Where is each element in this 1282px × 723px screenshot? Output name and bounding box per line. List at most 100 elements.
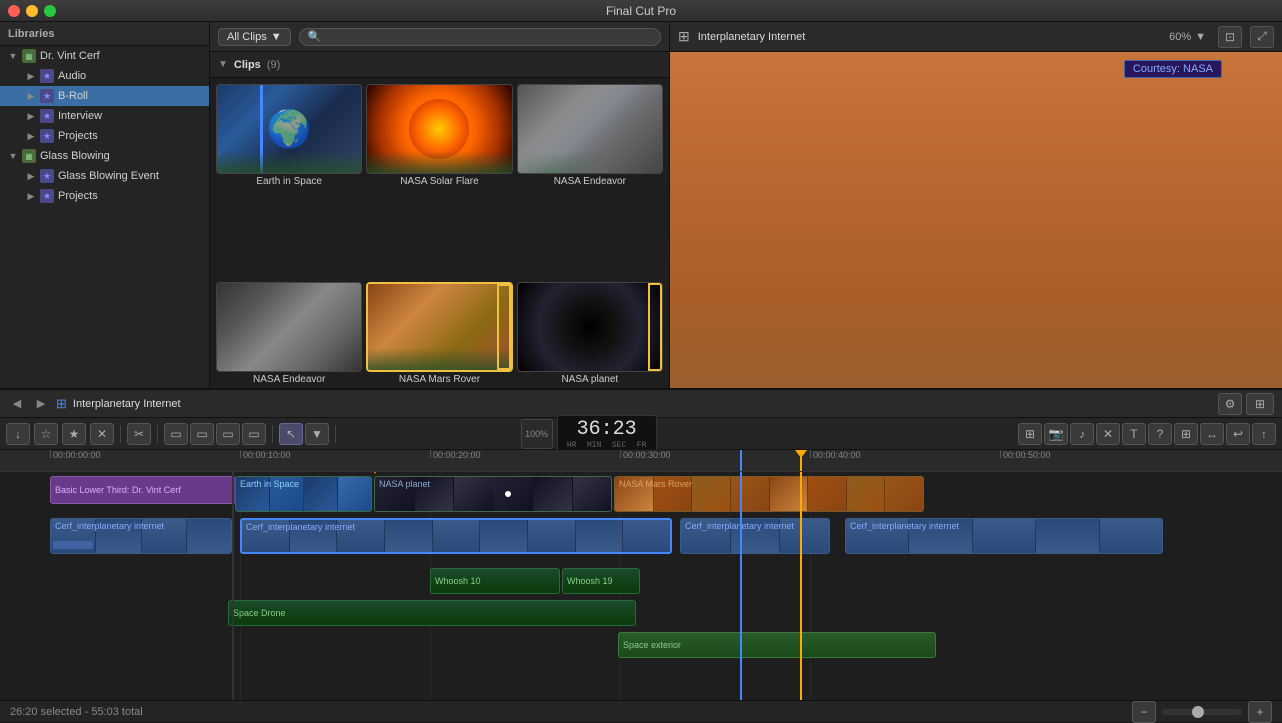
zoom-handle (1192, 706, 1204, 718)
lib-icon-broll: ★ (40, 89, 54, 103)
sidebar-item-interview[interactable]: ▶ ★ Interview (0, 106, 209, 126)
clip-lower-third[interactable]: Basic Lower Third: Dr. Vint Cerf (50, 476, 236, 504)
clip-cerf2[interactable]: Cerf_interplanetary internet (240, 518, 672, 554)
sidebar-item-projects2[interactable]: ▶ ★ Projects (0, 186, 209, 206)
sidebar-item-dr-vint-cerf[interactable]: ▼ ▦ Dr. Vint Cerf (0, 46, 209, 66)
rtool4[interactable]: ✕ (1096, 423, 1120, 445)
clip-thumb-solar (366, 84, 512, 174)
endeavor-visual (518, 85, 662, 173)
pointer-tool-group: ↖ ▼ (279, 423, 329, 445)
whoosh10-label: Whoosh 10 (435, 576, 481, 586)
transform-tools: ▭ ▭ ▭ ▭ (164, 423, 266, 445)
sidebar-item-glass-blowing[interactable]: ▼ ▦ Glass Blowing (0, 146, 209, 166)
timeline-ruler: 00:00:00:00 00:00:10:00 00:00:20:00 00:0… (0, 450, 1282, 472)
zoom-slider[interactable] (1162, 709, 1242, 715)
pointer-btn[interactable]: ↖ (279, 423, 303, 445)
clip-earth-in-space[interactable]: 🌍 Earth in Space (216, 84, 362, 278)
sidebar-item-projects[interactable]: ▶ ★ Projects (0, 126, 209, 146)
rtool2[interactable]: 📷 (1044, 423, 1068, 445)
range-marker (370, 472, 380, 474)
ruler-mark-40: 00:00:40:00 (810, 450, 861, 460)
tool1[interactable]: ☆ (34, 423, 58, 445)
rtool9[interactable]: ↩ (1226, 423, 1250, 445)
timeline-title: Interplanetary Internet (73, 398, 181, 410)
timeline-nav-left[interactable]: ◀ (8, 395, 26, 413)
clips-section-label: Clips (234, 59, 261, 71)
playhead-arrow (795, 450, 807, 458)
rtool6[interactable]: ? (1148, 423, 1172, 445)
pointer-arrow[interactable]: ▼ (305, 423, 329, 445)
space-drone-label: Space Drone (233, 608, 286, 618)
sidebar-label-glass-blowing-event: Glass Blowing Event (58, 170, 159, 182)
preview-toolbar: ⊞ Interplanetary Internet 60% ▼ ⊡ ⤢ (670, 22, 1282, 52)
timeline-zoom-btn[interactable]: ⊞ (1246, 393, 1274, 415)
timeline-settings-btn[interactable]: ⚙ (1218, 393, 1242, 415)
clip-thumb-earth: 🌍 (216, 84, 362, 174)
clip-nasa-solar-flare[interactable]: NASA Solar Flare (366, 84, 512, 278)
yellow-frame (648, 283, 662, 371)
rtool3[interactable]: ♪ (1070, 423, 1094, 445)
preview-zoom-control[interactable]: 60% ▼ (1169, 31, 1206, 43)
clips-filter-dropdown[interactable]: All Clips ▼ (218, 28, 291, 46)
lib-icon-projects2: ★ (40, 189, 54, 203)
preview-expand-btn[interactable]: ⤢ (1250, 26, 1274, 48)
rtool1[interactable]: ⊞ (1018, 423, 1042, 445)
clip-label-planet: NASA planet (517, 374, 663, 385)
zoom-out-btn[interactable]: − (1132, 701, 1156, 723)
rtool-share[interactable]: ↑ (1252, 423, 1276, 445)
clip-whoosh10[interactable]: Whoosh 10 (430, 568, 560, 594)
clip-cerf4[interactable]: Cerf_interplanetary internet (845, 518, 1163, 554)
sidebar-item-glass-blowing-event[interactable]: ▶ ★ Glass Blowing Event (0, 166, 209, 186)
preview-title: Interplanetary Internet (698, 31, 806, 43)
rect-tool3[interactable]: ▭ (216, 423, 240, 445)
clips-triangle: ▼ (218, 59, 228, 70)
clip-cerf1[interactable]: Cerf_interplanetary internet (50, 518, 232, 554)
clip-label-lower-third: Basic Lower Third: Dr. Vint Cerf (55, 485, 181, 495)
cerf4-label: Cerf_interplanetary internet (850, 521, 959, 531)
zoom-in-btn[interactable]: + (1248, 701, 1272, 723)
close-button[interactable] (8, 5, 20, 17)
sidebar-item-b-roll[interactable]: ▶ ★ B-Roll (0, 86, 209, 106)
clips-count: (9) (267, 59, 280, 71)
tool-blade[interactable]: ✂ (127, 423, 151, 445)
tool2[interactable]: ★ (62, 423, 86, 445)
clip-earth-in-space-tl[interactable]: Earth in Space (235, 476, 372, 512)
expand-arrow-broll: ▶ (26, 91, 36, 101)
preview-settings-btn[interactable]: ⊡ (1218, 26, 1242, 48)
clip-nasa-planet-tl[interactable]: NASA planet (374, 476, 612, 512)
rect-tool4[interactable]: ▭ (242, 423, 266, 445)
lib-icon-projects: ★ (40, 129, 54, 143)
browser-toolbar: All Clips ▼ 🔍 (210, 22, 669, 52)
timeline-nav-right[interactable]: ▶ (32, 395, 50, 413)
zoom-value: 60% (1169, 31, 1191, 43)
import-btn[interactable]: ↓ (6, 423, 30, 445)
zoom-arrow: ▼ (1195, 31, 1206, 43)
maximize-button[interactable] (44, 5, 56, 17)
app-title: Final Cut Pro (606, 4, 676, 18)
clip-space-drone[interactable]: Space Drone (228, 600, 636, 626)
rtool7[interactable]: ⊞ (1174, 423, 1198, 445)
clip-whoosh19[interactable]: Whoosh 19 (562, 568, 640, 594)
timecode-section: 100% 36:23 HR MIN SEC FR (521, 415, 657, 453)
tool3[interactable]: ✕ (90, 423, 114, 445)
clip-space-exterior[interactable]: Space exterior (618, 632, 936, 658)
clips-header: ▼ Clips (9) (210, 52, 669, 78)
rtool5[interactable]: T (1122, 423, 1146, 445)
timeline-right-toolbar: ⚙ ⊞ (1218, 393, 1274, 415)
expand-arrow-interview: ▶ (26, 111, 36, 121)
earth-tl-label: Earth in Space (240, 479, 299, 489)
search-box[interactable]: 🔍 (299, 28, 661, 46)
sidebar-item-audio[interactable]: ▶ ★ Audio (0, 66, 209, 86)
minimize-button[interactable] (26, 5, 38, 17)
clip-cerf3[interactable]: Cerf_interplanetary internet (680, 518, 830, 554)
rect-tool[interactable]: ▭ (164, 423, 188, 445)
cerf2-label: Cerf_interplanetary internet (246, 522, 355, 532)
clip-nasa-endeavor[interactable]: NASA Endeavor (517, 84, 663, 278)
mars-tl-label: NASA Mars Rover (619, 479, 692, 489)
rect-tool2[interactable]: ▭ (190, 423, 214, 445)
sidebar-label-b-roll: B-Roll (58, 90, 88, 102)
rtool8[interactable]: ↔ (1200, 423, 1224, 445)
marker-dot (505, 491, 511, 497)
timecode-display: 36:23 HR MIN SEC FR (557, 415, 657, 453)
clip-mars-tl[interactable]: NASA Mars Rover (614, 476, 924, 512)
